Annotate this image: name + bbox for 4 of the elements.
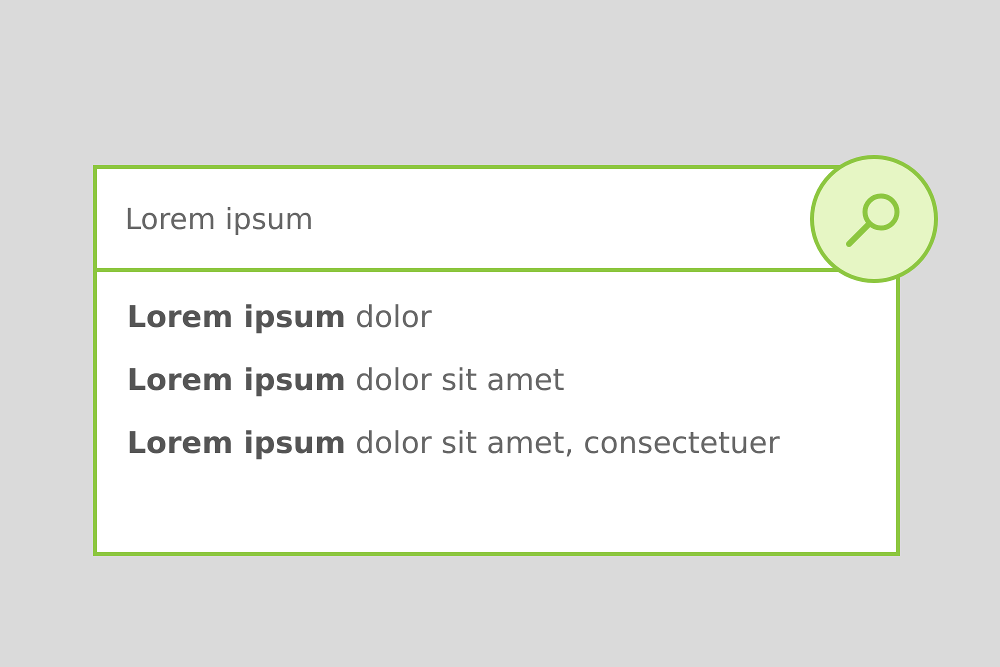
- search-field[interactable]: Lorem ipsum: [125, 202, 725, 236]
- suggestion-item[interactable]: Lorem ipsum dolor sit amet: [127, 361, 896, 401]
- suggestion-item[interactable]: Lorem ipsum dolor: [127, 298, 896, 338]
- suggestion-item[interactable]: Lorem ipsum dolor sit amet, consectetuer: [127, 424, 896, 464]
